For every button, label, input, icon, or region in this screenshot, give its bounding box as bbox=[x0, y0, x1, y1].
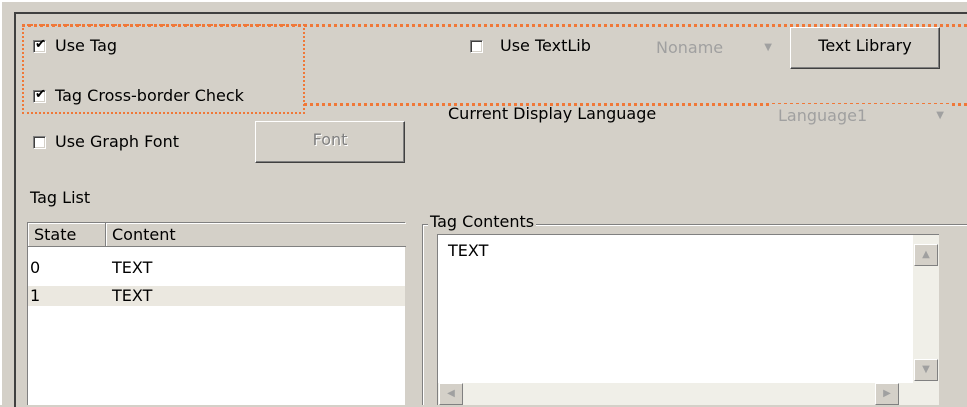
list-item[interactable]: 0 TEXT bbox=[28, 258, 405, 278]
chevron-down-icon: ▼ bbox=[936, 110, 944, 121]
column-header-state[interactable]: State bbox=[28, 223, 106, 247]
content-cell: TEXT bbox=[112, 286, 153, 305]
content-cell: TEXT bbox=[112, 258, 153, 277]
chevron-down-icon[interactable]: ▼ bbox=[914, 359, 938, 381]
use-tag-checkbox[interactable]: ✔ bbox=[33, 37, 46, 53]
chevron-right-icon[interactable]: ▶ bbox=[875, 383, 899, 405]
language-select[interactable]: Language1 ▼ bbox=[772, 104, 950, 130]
vertical-scrollbar[interactable]: ▲ ▼ bbox=[913, 235, 939, 405]
tag-list-header: State Content bbox=[28, 223, 406, 247]
textlib-select-value: Noname bbox=[656, 38, 724, 57]
column-header-content[interactable]: Content bbox=[106, 223, 406, 247]
tag-contents-textarea[interactable]: TEXT ▲ ▼ ◀ ▶ bbox=[437, 234, 939, 405]
language-select-value: Language1 bbox=[778, 106, 868, 125]
tag-list[interactable]: State Content 0 TEXT 1 TEXT bbox=[27, 222, 406, 405]
use-graph-font-label: Use Graph Font bbox=[55, 132, 179, 151]
use-tag-label: Use Tag bbox=[55, 36, 118, 55]
tag-list-label: Tag List bbox=[30, 188, 91, 207]
font-button[interactable]: Font bbox=[255, 121, 405, 163]
tag-contents-title: Tag Contents bbox=[428, 212, 537, 232]
textlib-select[interactable]: Noname ▼ bbox=[650, 36, 778, 62]
chevron-left-icon[interactable]: ◀ bbox=[439, 383, 463, 405]
text-library-button[interactable]: Text Library bbox=[790, 27, 940, 69]
list-item[interactable]: 1 TEXT bbox=[28, 286, 405, 306]
tag-cross-border-checkbox[interactable]: ✔ bbox=[33, 87, 46, 103]
horizontal-scrollbar[interactable]: ◀ ▶ bbox=[438, 383, 913, 405]
check-icon: ✔ bbox=[35, 87, 46, 102]
tag-contents-text: TEXT bbox=[448, 241, 489, 260]
use-graph-font-checkbox[interactable] bbox=[33, 136, 46, 149]
tag-cross-border-label: Tag Cross-border Check bbox=[55, 86, 244, 105]
current-display-language-label: Current Display Language bbox=[448, 104, 657, 123]
chevron-up-icon[interactable]: ▲ bbox=[914, 244, 938, 266]
chevron-down-icon: ▼ bbox=[764, 42, 772, 53]
state-cell: 0 bbox=[30, 258, 41, 277]
state-cell: 1 bbox=[30, 286, 41, 305]
check-icon: ✔ bbox=[35, 37, 46, 52]
use-textlib-label: Use TextLib bbox=[500, 36, 591, 55]
use-textlib-checkbox[interactable] bbox=[470, 40, 483, 53]
